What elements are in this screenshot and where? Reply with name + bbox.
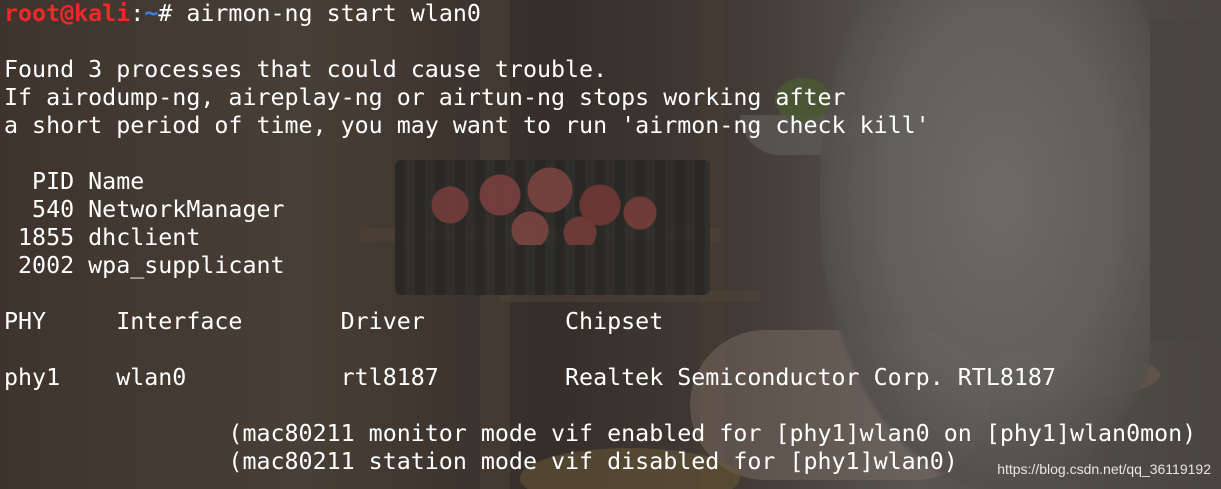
output-line: If airodump-ng, aireplay-ng or airtun-ng…: [4, 84, 846, 111]
process-row: 2002 wpa_supplicant: [4, 252, 285, 279]
terminal-output[interactable]: root@kali:~# airmon-ng start wlan0 Found …: [4, 0, 1196, 476]
prompt-colon: :: [130, 0, 145, 27]
process-row: 1855 dhclient: [4, 224, 201, 251]
interface-row: phy1 wlan0 rtl8187 Realtek Semiconductor…: [4, 364, 1056, 391]
command-text: airmon-ng start wlan0: [172, 0, 481, 27]
prompt-symbol: #: [158, 0, 173, 27]
prompt-line: root@kali:~# airmon-ng start wlan0: [4, 0, 1196, 28]
watermark-url: https://blog.csdn.net/qq_36119192: [997, 461, 1211, 477]
interface-table-header: PHY Interface Driver Chipset: [4, 308, 664, 335]
monitor-mode-message: (mac80211 monitor mode vif enabled for […: [4, 420, 1197, 447]
process-table-header: PID Name: [4, 168, 145, 195]
process-row: 540 NetworkManager: [4, 196, 285, 223]
output-line: a short period of time, you may want to …: [4, 112, 930, 139]
prompt-path: ~: [144, 0, 159, 27]
output-line: Found 3 processes that could cause troub…: [4, 56, 608, 83]
prompt-user-host: root@kali: [4, 0, 131, 27]
